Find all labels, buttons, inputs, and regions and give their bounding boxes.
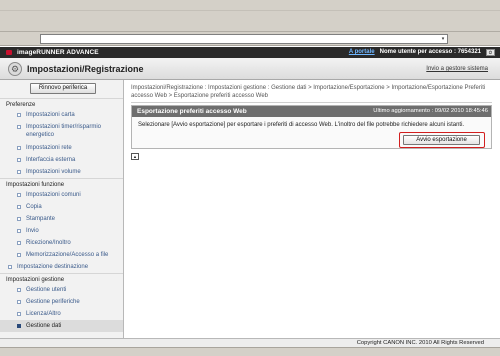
sidebar-item-label: Memorizzazione/Accesso a file: [26, 252, 109, 258]
bullet-icon: [17, 158, 21, 162]
send-to-admin-link[interactable]: Invio a gestore sistema: [426, 65, 488, 73]
sidebar-item-label: Ricezione/Inoltro: [26, 240, 71, 246]
bullet-icon: [17, 288, 21, 292]
bullet-icon: [17, 217, 21, 221]
sidebar-item-label: Licenza/Altro: [26, 311, 61, 317]
bullet-icon: [17, 229, 21, 233]
start-export-button[interactable]: Avvio esportazione: [403, 135, 480, 145]
bullet-icon: [17, 113, 21, 117]
sidebar-item-label: Gestione utenti: [26, 287, 67, 293]
sidebar-item-printer[interactable]: Stampante: [0, 213, 123, 225]
panel-header: Esportazione preferiti accesso Web Ultim…: [132, 106, 491, 117]
sidebar-item-data-management[interactable]: Gestione dati: [0, 320, 123, 332]
sidebar-item-label: Invio: [26, 228, 39, 234]
panel-title: Esportazione preferiti accesso Web: [137, 108, 247, 115]
sidebar-item-network[interactable]: Impostazioni rete: [0, 142, 123, 154]
breadcrumb: Impostazioni/Registrazione : Impostazion…: [131, 85, 486, 99]
sidebar-item-volume[interactable]: Impostazioni volume: [0, 166, 123, 178]
browser-status-bar: [0, 347, 500, 356]
login-user-label: Nome utente per accesso : 7654321: [379, 49, 481, 55]
sidebar-item-devices[interactable]: Gestione periferiche: [0, 296, 123, 308]
bullet-icon: [17, 312, 21, 316]
sidebar-item-label: Impostazioni rete: [26, 145, 72, 151]
sidebar-item-external-interface[interactable]: Interfaccia esterna: [0, 154, 123, 166]
sidebar-section-preferences: Preferenze: [0, 98, 123, 109]
bullet-icon: [17, 146, 21, 150]
brand-right: A portale Nome utente per accesso : 7654…: [349, 48, 495, 57]
address-field[interactable]: ▾: [40, 34, 448, 44]
portal-link[interactable]: A portale: [349, 48, 375, 57]
brand-name: imageRUNNER ADVANCE: [17, 49, 99, 56]
sidebar-item-timer[interactable]: Impostazioni timer/risparmio energetico: [0, 121, 123, 142]
sidebar: Rinnovo periferica Preferenze Impostazio…: [0, 80, 124, 338]
bullet-icon: [8, 265, 12, 269]
sidebar-item-copy[interactable]: Copia: [0, 201, 123, 213]
browser-toolbar: [0, 0, 500, 32]
sidebar-item-paper[interactable]: Impostazioni carta: [0, 109, 123, 121]
sidebar-item-label: Copia: [26, 204, 42, 210]
bullet-icon: [17, 241, 21, 245]
last-updated: Ultimo aggiornamento : 09/02 2010 18:45:…: [373, 108, 488, 114]
sidebar-item-label: Gestione dati: [26, 323, 62, 329]
bullet-icon: [17, 253, 21, 257]
chevron-down-icon[interactable]: ▾: [440, 36, 446, 42]
bullet-icon: [17, 205, 21, 209]
sidebar-section-management: Impostazioni gestione: [0, 273, 123, 284]
sidebar-item-label: Impostazioni volume: [26, 169, 81, 175]
bullet-icon: [17, 125, 21, 129]
panel-message: Selezionare [Avvio esportazione] per esp…: [138, 122, 465, 128]
sidebar-item-label: Gestione periferiche: [26, 299, 80, 305]
sidebar-menu: Preferenze Impostazioni carta Impostazio…: [0, 98, 123, 332]
toolbar-divider: [0, 10, 500, 11]
sidebar-item-destination[interactable]: Impostazione destinazione: [0, 261, 123, 273]
breadcrumb-divider: [131, 102, 492, 103]
refresh-device-button[interactable]: Rinnovo periferica: [30, 83, 96, 94]
main-content: Impostazioni/Registrazione : Impostazion…: [125, 80, 500, 338]
address-bar-row: ▾: [0, 32, 500, 46]
arrow-up-icon[interactable]: ▲: [131, 153, 139, 160]
export-panel: Esportazione preferiti accesso Web Ultim…: [131, 105, 492, 149]
sidebar-section-function: Impostazioni funzione: [0, 178, 123, 189]
page-title-bar: ⚙ Impostazioni/Registrazione Invio a ges…: [0, 58, 500, 80]
canon-logo-icon: [6, 50, 12, 55]
footer: Copyright CANON INC. 2010 All Rights Res…: [0, 338, 500, 347]
sidebar-item-users[interactable]: Gestione utenti: [0, 284, 123, 296]
sidebar-item-label: Impostazioni comuni: [26, 192, 81, 198]
page-title: Impostazioni/Registrazione: [27, 64, 144, 74]
bullet-icon: [17, 324, 21, 328]
settings-icon: ⚙: [8, 62, 22, 76]
sidebar-item-common[interactable]: Impostazioni comuni: [0, 189, 123, 201]
sidebar-item-storage[interactable]: Memorizzazione/Accesso a file: [0, 249, 123, 261]
brand-bar: imageRUNNER ADVANCE A portale Nome utent…: [0, 47, 500, 58]
sidebar-item-label: Interfaccia esterna: [26, 157, 76, 163]
bullet-icon: [17, 170, 21, 174]
copyright: Copyright CANON INC. 2010 All Rights Res…: [356, 340, 484, 346]
sidebar-item-label: Impostazioni timer/risparmio energetico: [26, 124, 102, 138]
bullet-icon: [17, 300, 21, 304]
sidebar-item-label: Stampante: [26, 216, 56, 222]
sidebar-item-send[interactable]: Invio: [0, 225, 123, 237]
sidebar-item-label: Impostazione destinazione: [17, 264, 89, 270]
sidebar-item-receive[interactable]: Ricezione/Inoltro: [0, 237, 123, 249]
logout-icon[interactable]: ⏻: [486, 49, 495, 56]
bullet-icon: [17, 193, 21, 197]
highlight-outline: Avvio esportazione: [399, 132, 485, 148]
sidebar-item-label: Impostazioni carta: [26, 112, 75, 118]
sidebar-item-license[interactable]: Licenza/Altro: [0, 308, 123, 320]
